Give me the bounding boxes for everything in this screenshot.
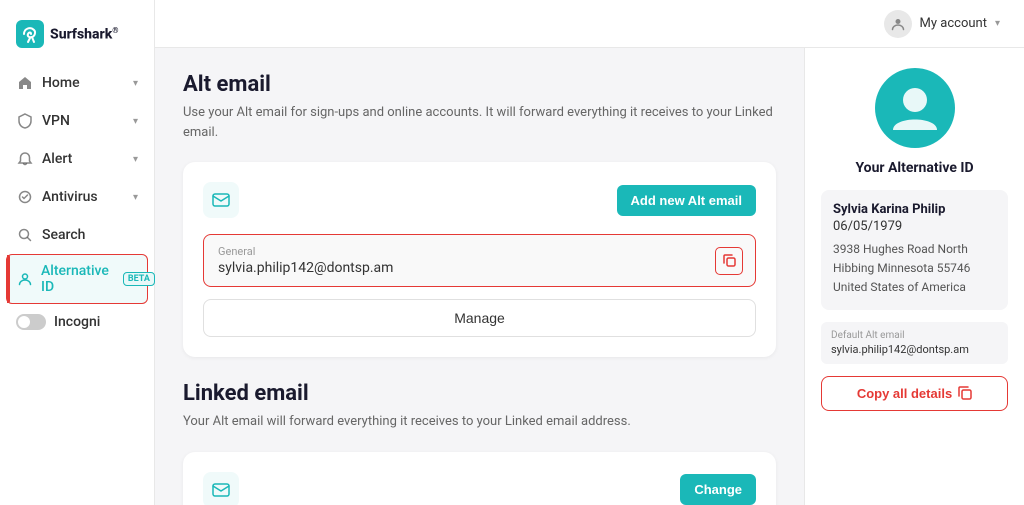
logo-text: Surfshark® <box>50 26 119 43</box>
id-name: Sylvia Karina Philip <box>833 202 996 217</box>
alt-email-value: sylvia.philip142@dontsp.am <box>218 260 741 276</box>
chevron-icon: ▾ <box>133 192 138 203</box>
chevron-icon: ▾ <box>133 116 138 127</box>
sidebar: Surfshark® Home ▾ VPN ▾ <box>0 0 155 505</box>
chevron-icon: ▾ <box>133 154 138 165</box>
sidebar-item-incogni[interactable]: Incogni <box>0 304 154 340</box>
center-content: Alt email Use your Alt email for sign-up… <box>155 48 804 505</box>
add-alt-email-button[interactable]: Add new Alt email <box>617 185 756 216</box>
search-icon <box>16 226 34 244</box>
id-dob: 06/05/1979 <box>833 219 996 234</box>
id-email-label: Default Alt email <box>831 330 998 341</box>
sidebar-item-label: Incogni <box>54 314 100 330</box>
sidebar-item-search[interactable]: Search <box>0 216 154 254</box>
manage-button[interactable]: Manage <box>203 299 756 337</box>
beta-badge: BETA <box>123 272 155 286</box>
linked-email-card: Change Linked email ●●●●●●●●●●●●●●●●● <box>183 452 776 505</box>
alt-email-card-header: Add new Alt email <box>203 182 756 218</box>
sidebar-item-antivirus[interactable]: Antivirus ▾ <box>0 178 154 216</box>
logo: Surfshark® <box>0 12 154 64</box>
sidebar-item-label: VPN <box>42 113 70 129</box>
id-address-line1: 3938 Hughes Road North <box>833 242 968 256</box>
id-address: 3938 Hughes Road North Hibbing Minnesota… <box>833 240 996 298</box>
linked-email-icon <box>203 472 239 505</box>
linked-email-card-header: Change <box>203 472 756 505</box>
copy-all-label: Copy all details <box>857 386 952 401</box>
copy-alt-email-button[interactable] <box>715 247 743 275</box>
account-avatar-icon <box>884 10 912 38</box>
sidebar-item-home[interactable]: Home ▾ <box>0 64 154 102</box>
account-label: My account <box>920 16 987 31</box>
alt-email-card: Add new Alt email General sylvia.philip1… <box>183 162 776 357</box>
linked-email-desc: Your Alt email will forward everything i… <box>183 412 776 432</box>
sidebar-item-label: Alert <box>42 151 72 167</box>
id-email-box: Default Alt email sylvia.philip142@donts… <box>821 322 1008 364</box>
content-area: Alt email Use your Alt email for sign-up… <box>155 48 1024 505</box>
change-button[interactable]: Change <box>680 474 756 505</box>
alt-id-title: Your Alternative ID <box>821 160 1008 176</box>
id-details-card: Sylvia Karina Philip 06/05/1979 3938 Hug… <box>821 190 1008 310</box>
alert-icon <box>16 150 34 168</box>
sidebar-item-vpn[interactable]: VPN ▾ <box>0 102 154 140</box>
right-panel: Your Alternative ID Sylvia Karina Philip… <box>804 48 1024 505</box>
person-icon <box>17 270 33 288</box>
chevron-icon: ▾ <box>133 78 138 89</box>
avatar-large <box>875 68 955 148</box>
home-icon <box>16 74 34 92</box>
alt-email-field: General sylvia.philip142@dontsp.am <box>203 234 756 287</box>
main-area: My account ▾ Alt email Use your Alt emai… <box>155 0 1024 505</box>
account-chevron-icon: ▾ <box>995 18 1000 29</box>
alt-email-title: Alt email <box>183 72 776 97</box>
linked-email-title: Linked email <box>183 381 776 406</box>
alt-email-desc: Use your Alt email for sign-ups and onli… <box>183 103 776 142</box>
id-address-line3: United States of America <box>833 280 966 294</box>
sidebar-item-label: Alternative ID <box>41 263 111 295</box>
sidebar-item-label: Home <box>42 75 80 91</box>
account-button[interactable]: My account ▾ <box>884 10 1000 38</box>
header: My account ▾ <box>155 0 1024 48</box>
incogni-toggle[interactable] <box>16 314 46 330</box>
sidebar-item-alternative-id[interactable]: Alternative ID BETA <box>6 254 148 304</box>
toggle-knob <box>18 316 30 328</box>
sidebar-item-alert[interactable]: Alert ▾ <box>0 140 154 178</box>
alt-email-label: General <box>218 245 741 258</box>
email-icon <box>203 182 239 218</box>
avatar-silhouette-icon <box>885 78 945 138</box>
sidebar-item-label: Antivirus <box>42 189 98 205</box>
sidebar-item-label: Search <box>42 227 85 243</box>
id-email-value: sylvia.philip142@dontsp.am <box>831 343 998 356</box>
surfshark-logo-icon <box>16 20 44 48</box>
antivirus-icon <box>16 188 34 206</box>
copy-all-icon <box>958 386 972 400</box>
copy-all-button[interactable]: Copy all details <box>821 376 1008 411</box>
id-address-line2: Hibbing Minnesota 55746 <box>833 261 970 275</box>
vpn-icon <box>16 112 34 130</box>
